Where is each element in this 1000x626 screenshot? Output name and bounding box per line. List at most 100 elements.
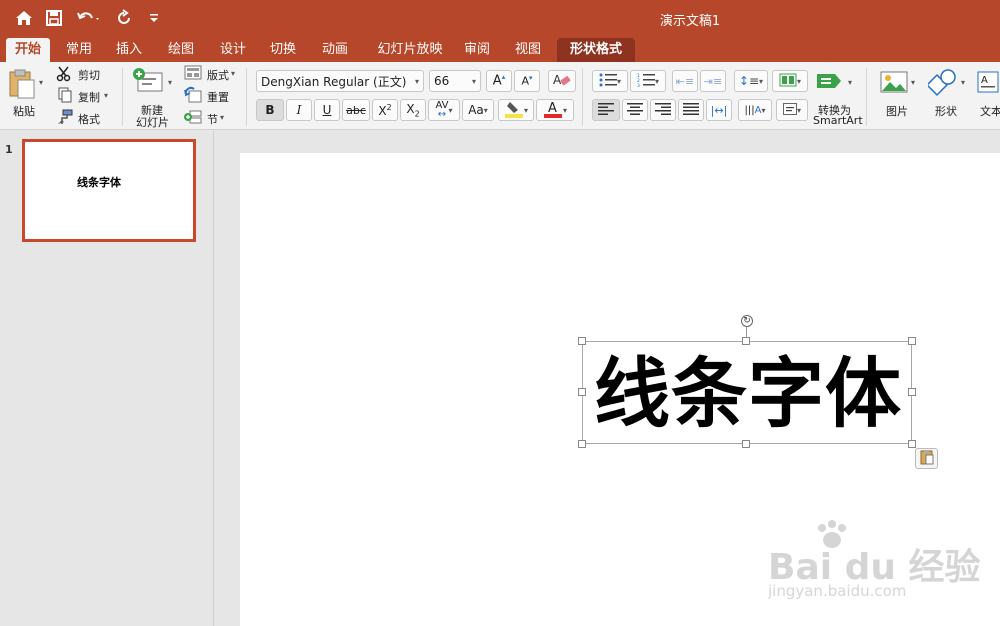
textbox-icon[interactable]: A bbox=[976, 70, 1000, 96]
grow-font-button[interactable]: A▴ bbox=[486, 70, 512, 92]
tab-review[interactable]: 审阅 bbox=[456, 38, 498, 62]
paste-dropdown-icon[interactable]: ▾ bbox=[39, 78, 43, 87]
rotate-handle-icon[interactable]: ↻ bbox=[741, 315, 753, 327]
slide-thumbnail[interactable]: 线条字体 bbox=[22, 139, 196, 242]
numbered-list-icon: 123 bbox=[637, 73, 655, 90]
format-painter-icon[interactable] bbox=[57, 109, 73, 125]
align-right-button[interactable] bbox=[650, 99, 676, 121]
align-text-icon bbox=[782, 102, 797, 118]
tab-common[interactable]: 常用 bbox=[58, 38, 100, 62]
section-dropdown-icon[interactable]: ▾ bbox=[220, 113, 224, 122]
picture-icon[interactable] bbox=[880, 70, 908, 96]
paste-icon[interactable] bbox=[6, 68, 38, 102]
change-case-button[interactable]: Aa ▾ bbox=[462, 99, 494, 121]
resize-handle-bottom-right[interactable] bbox=[908, 440, 916, 448]
chevron-down-icon: ▾ bbox=[483, 105, 488, 115]
increase-indent-button[interactable]: ⇥≡ bbox=[700, 70, 726, 92]
font-color-button[interactable]: A ▾ bbox=[536, 99, 574, 121]
tab-shape-format[interactable]: 形状格式 bbox=[557, 38, 635, 62]
subscript-icon: X2 bbox=[406, 101, 420, 119]
italic-button[interactable]: I bbox=[286, 99, 312, 121]
new-slide-label-2: 幻灯片 bbox=[136, 116, 169, 129]
distribute-button[interactable]: |↔| bbox=[706, 99, 732, 121]
subscript-button[interactable]: X2 bbox=[400, 99, 426, 121]
clear-format-button[interactable]: A bbox=[548, 70, 576, 92]
text-direction-button[interactable]: |||A ▾ bbox=[738, 99, 772, 121]
resize-handle-bottom[interactable] bbox=[742, 440, 750, 448]
bullets-button[interactable]: ▾ bbox=[592, 70, 628, 92]
chevron-down-icon: ▾ bbox=[471, 76, 476, 86]
copy-dropdown-icon[interactable]: ▾ bbox=[104, 91, 108, 100]
section-label[interactable]: 节 bbox=[207, 111, 218, 127]
selected-textbox[interactable]: 线条字体 bbox=[582, 341, 912, 444]
window-title: 演示文稿1 bbox=[659, 14, 721, 29]
justify-button[interactable] bbox=[678, 99, 704, 121]
grow-font-icon: A▴ bbox=[492, 73, 506, 89]
bold-button[interactable]: B bbox=[256, 99, 284, 121]
textbox-label: 文本 bbox=[980, 105, 1000, 118]
new-slide-icon[interactable] bbox=[132, 67, 164, 95]
shrink-font-button[interactable]: A▾ bbox=[514, 70, 540, 92]
superscript-icon: X2 bbox=[378, 102, 392, 118]
paste-options-button[interactable] bbox=[915, 448, 938, 469]
chevron-down-icon: ▾ bbox=[523, 105, 528, 115]
resize-handle-bottom-left[interactable] bbox=[578, 440, 586, 448]
line-spacing-button[interactable]: ↕≡ ▾ bbox=[734, 70, 768, 92]
layout-icon[interactable] bbox=[184, 65, 202, 81]
format-label[interactable]: 格式 bbox=[78, 111, 100, 127]
decrease-indent-button[interactable]: ⇤≡ bbox=[672, 70, 698, 92]
tab-insert[interactable]: 插入 bbox=[108, 38, 150, 62]
chevron-down-icon: ▾ bbox=[654, 76, 659, 86]
resize-handle-top[interactable] bbox=[742, 337, 750, 345]
scissors-icon[interactable] bbox=[56, 66, 74, 82]
align-center-button[interactable] bbox=[622, 99, 648, 121]
character-spacing-button[interactable]: AV ↔ ▾ bbox=[428, 99, 460, 121]
resize-handle-left[interactable] bbox=[578, 388, 586, 396]
svg-text:A: A bbox=[548, 101, 557, 116]
chevron-down-icon: ▾ bbox=[414, 76, 419, 86]
font-name-select[interactable]: DengXian Regular (正文) ▾ bbox=[256, 70, 424, 92]
highlighter-icon bbox=[504, 100, 524, 121]
tab-view[interactable]: 视图 bbox=[507, 38, 549, 62]
font-size-select[interactable]: 66 ▾ bbox=[429, 70, 481, 92]
picture-dropdown-icon[interactable]: ▾ bbox=[911, 78, 915, 87]
shapes-dropdown-icon[interactable]: ▾ bbox=[961, 78, 965, 87]
reset-label[interactable]: 重置 bbox=[207, 89, 229, 105]
textbox-text[interactable]: 线条字体 bbox=[583, 342, 913, 445]
tab-animations[interactable]: 动画 bbox=[314, 38, 356, 62]
tab-draw[interactable]: 绘图 bbox=[160, 38, 202, 62]
superscript-button[interactable]: X2 bbox=[372, 99, 398, 121]
smartart-icon[interactable] bbox=[815, 70, 845, 94]
copy-icon[interactable] bbox=[57, 87, 73, 103]
shapes-icon[interactable] bbox=[926, 68, 958, 96]
highlight-button[interactable]: ▾ bbox=[498, 99, 534, 121]
resize-handle-top-left[interactable] bbox=[578, 337, 586, 345]
columns-button[interactable]: ▾ bbox=[772, 70, 808, 92]
cut-label[interactable]: 剪切 bbox=[78, 67, 100, 83]
slide-number: 1 bbox=[5, 143, 13, 156]
separator bbox=[866, 68, 867, 126]
reset-icon[interactable] bbox=[184, 86, 202, 104]
align-center-icon bbox=[627, 102, 643, 118]
section-icon[interactable] bbox=[184, 108, 202, 126]
numbering-button[interactable]: 1 2 3 ▾ bbox=[630, 70, 666, 92]
layout-dropdown-icon[interactable]: ▾ bbox=[231, 69, 235, 78]
tab-slideshow[interactable]: 幻灯片放映 bbox=[368, 38, 452, 62]
tab-design[interactable]: 设计 bbox=[212, 38, 254, 62]
tab-transitions[interactable]: 切换 bbox=[262, 38, 304, 62]
smartart-dropdown-icon[interactable]: ▾ bbox=[848, 78, 852, 87]
layout-label[interactable]: 版式 bbox=[207, 67, 229, 83]
tab-home[interactable]: 开始 bbox=[6, 38, 50, 62]
ribbon: ▾ 粘贴 剪切 复制 ▾ 格式 ▾ 新建 幻灯片 版式 ▾ 重置 节 ▾ Den… bbox=[0, 62, 1000, 130]
chevron-down-icon: ▾ bbox=[761, 105, 766, 115]
resize-handle-right[interactable] bbox=[908, 388, 916, 396]
align-text-button[interactable]: ▾ bbox=[776, 99, 808, 121]
copy-label[interactable]: 复制 bbox=[78, 89, 100, 105]
increase-indent-icon: ⇥≡ bbox=[703, 74, 723, 88]
strikethrough-button[interactable]: abc bbox=[342, 99, 370, 121]
resize-handle-top-right[interactable] bbox=[908, 337, 916, 345]
underline-button[interactable]: U bbox=[314, 99, 340, 121]
change-case-icon: Aa bbox=[468, 103, 484, 117]
align-left-button[interactable] bbox=[592, 99, 620, 121]
new-slide-dropdown-icon[interactable]: ▾ bbox=[168, 78, 172, 87]
